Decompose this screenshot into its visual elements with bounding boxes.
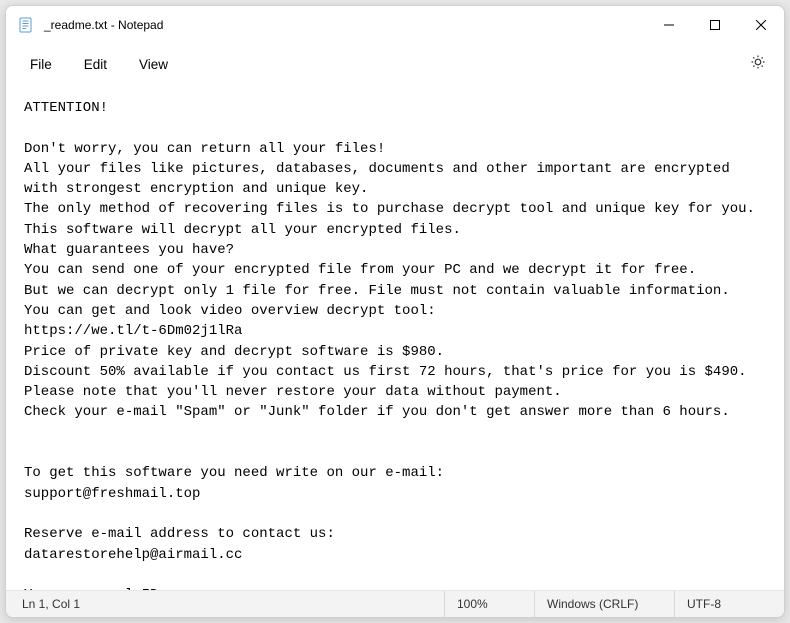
maximize-button[interactable] xyxy=(692,6,738,44)
status-encoding: UTF-8 xyxy=(674,591,784,617)
text-editor-area[interactable]: ATTENTION! Don't worry, you can return a… xyxy=(6,84,784,590)
menubar: File Edit View xyxy=(6,44,784,84)
status-zoom: 100% xyxy=(444,591,534,617)
status-cursor-position: Ln 1, Col 1 xyxy=(6,591,444,617)
minimize-icon xyxy=(664,18,674,33)
menu-edit[interactable]: Edit xyxy=(68,51,123,78)
maximize-icon xyxy=(710,18,720,33)
window-title: _readme.txt - Notepad xyxy=(44,18,646,32)
close-button[interactable] xyxy=(738,6,784,44)
status-line-ending: Windows (CRLF) xyxy=(534,591,674,617)
gear-icon xyxy=(750,57,766,74)
minimize-button[interactable] xyxy=(646,6,692,44)
notepad-window: _readme.txt - Notepad File Edit View xyxy=(5,5,785,618)
statusbar: Ln 1, Col 1 100% Windows (CRLF) UTF-8 xyxy=(6,590,784,617)
notepad-icon xyxy=(18,17,34,33)
menu-file[interactable]: File xyxy=(14,51,68,78)
titlebar[interactable]: _readme.txt - Notepad xyxy=(6,6,784,44)
menu-view[interactable]: View xyxy=(123,51,184,78)
window-controls xyxy=(646,6,784,44)
settings-button[interactable] xyxy=(740,48,776,81)
close-icon xyxy=(756,18,766,33)
